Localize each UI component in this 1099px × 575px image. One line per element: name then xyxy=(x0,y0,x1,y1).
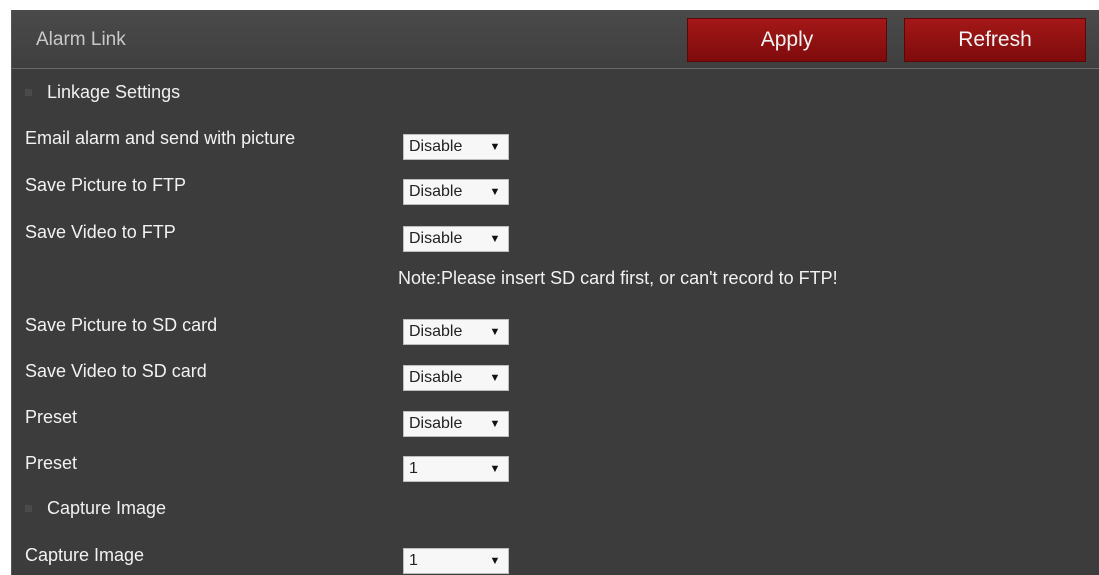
save-picture-ftp-label: Save Picture to FTP xyxy=(25,175,187,195)
dropdown-arrow-icon: ▼ xyxy=(489,326,501,338)
email-alarm-label: Email alarm and send with picture xyxy=(25,128,296,148)
save-video-ftp-label: Save Video to FTP xyxy=(25,222,176,242)
preset-enable-select[interactable]: Disable ▼ xyxy=(403,411,509,437)
sd-card-note: Note:Please insert SD card first, or can… xyxy=(398,268,838,288)
select-value: Disable xyxy=(409,183,463,200)
alarm-link-panel: Alarm Link Apply Refresh Linkage Setting… xyxy=(11,10,1099,575)
capture-image-label: Capture Image xyxy=(25,545,145,565)
dropdown-arrow-icon: ▼ xyxy=(489,186,501,198)
select-value: Disable xyxy=(409,138,463,155)
apply-button[interactable]: Apply xyxy=(687,18,887,62)
refresh-button[interactable]: Refresh xyxy=(904,18,1086,62)
section-label: Capture Image xyxy=(47,497,167,518)
dropdown-arrow-icon: ▼ xyxy=(489,233,501,245)
dropdown-arrow-icon: ▼ xyxy=(489,418,501,430)
capture-image-select[interactable]: 1 ▼ xyxy=(403,548,509,574)
select-value: Disable xyxy=(409,369,463,386)
save-picture-sd-select[interactable]: Disable ▼ xyxy=(403,319,509,345)
section-bullet-icon xyxy=(25,504,32,512)
select-value: 1 xyxy=(409,552,418,569)
select-value: Disable xyxy=(409,323,463,340)
preset-number-label: Preset xyxy=(25,453,78,473)
save-video-sd-label: Save Video to SD card xyxy=(25,361,207,381)
dropdown-arrow-icon: ▼ xyxy=(489,463,501,475)
preset-enable-label: Preset xyxy=(25,407,78,427)
page-title: Alarm Link xyxy=(36,29,126,50)
section-linkage-settings: Linkage Settings xyxy=(12,70,1099,114)
preset-number-select[interactable]: 1 ▼ xyxy=(403,456,509,482)
section-label: Linkage Settings xyxy=(47,81,181,102)
save-picture-sd-label: Save Picture to SD card xyxy=(25,315,218,335)
select-value: 1 xyxy=(409,460,418,477)
dropdown-arrow-icon: ▼ xyxy=(489,141,501,153)
dropdown-arrow-icon: ▼ xyxy=(489,555,501,567)
save-picture-ftp-select[interactable]: Disable ▼ xyxy=(403,179,509,205)
section-capture-image: Capture Image xyxy=(12,486,1099,530)
save-video-sd-select[interactable]: Disable ▼ xyxy=(403,365,509,391)
panel-header: Alarm Link Apply Refresh xyxy=(12,10,1099,69)
email-alarm-select[interactable]: Disable ▼ xyxy=(403,134,509,160)
save-video-ftp-select[interactable]: Disable ▼ xyxy=(403,226,509,252)
section-bullet-icon xyxy=(25,88,32,96)
select-value: Disable xyxy=(409,415,463,432)
select-value: Disable xyxy=(409,230,463,247)
dropdown-arrow-icon: ▼ xyxy=(489,372,501,384)
